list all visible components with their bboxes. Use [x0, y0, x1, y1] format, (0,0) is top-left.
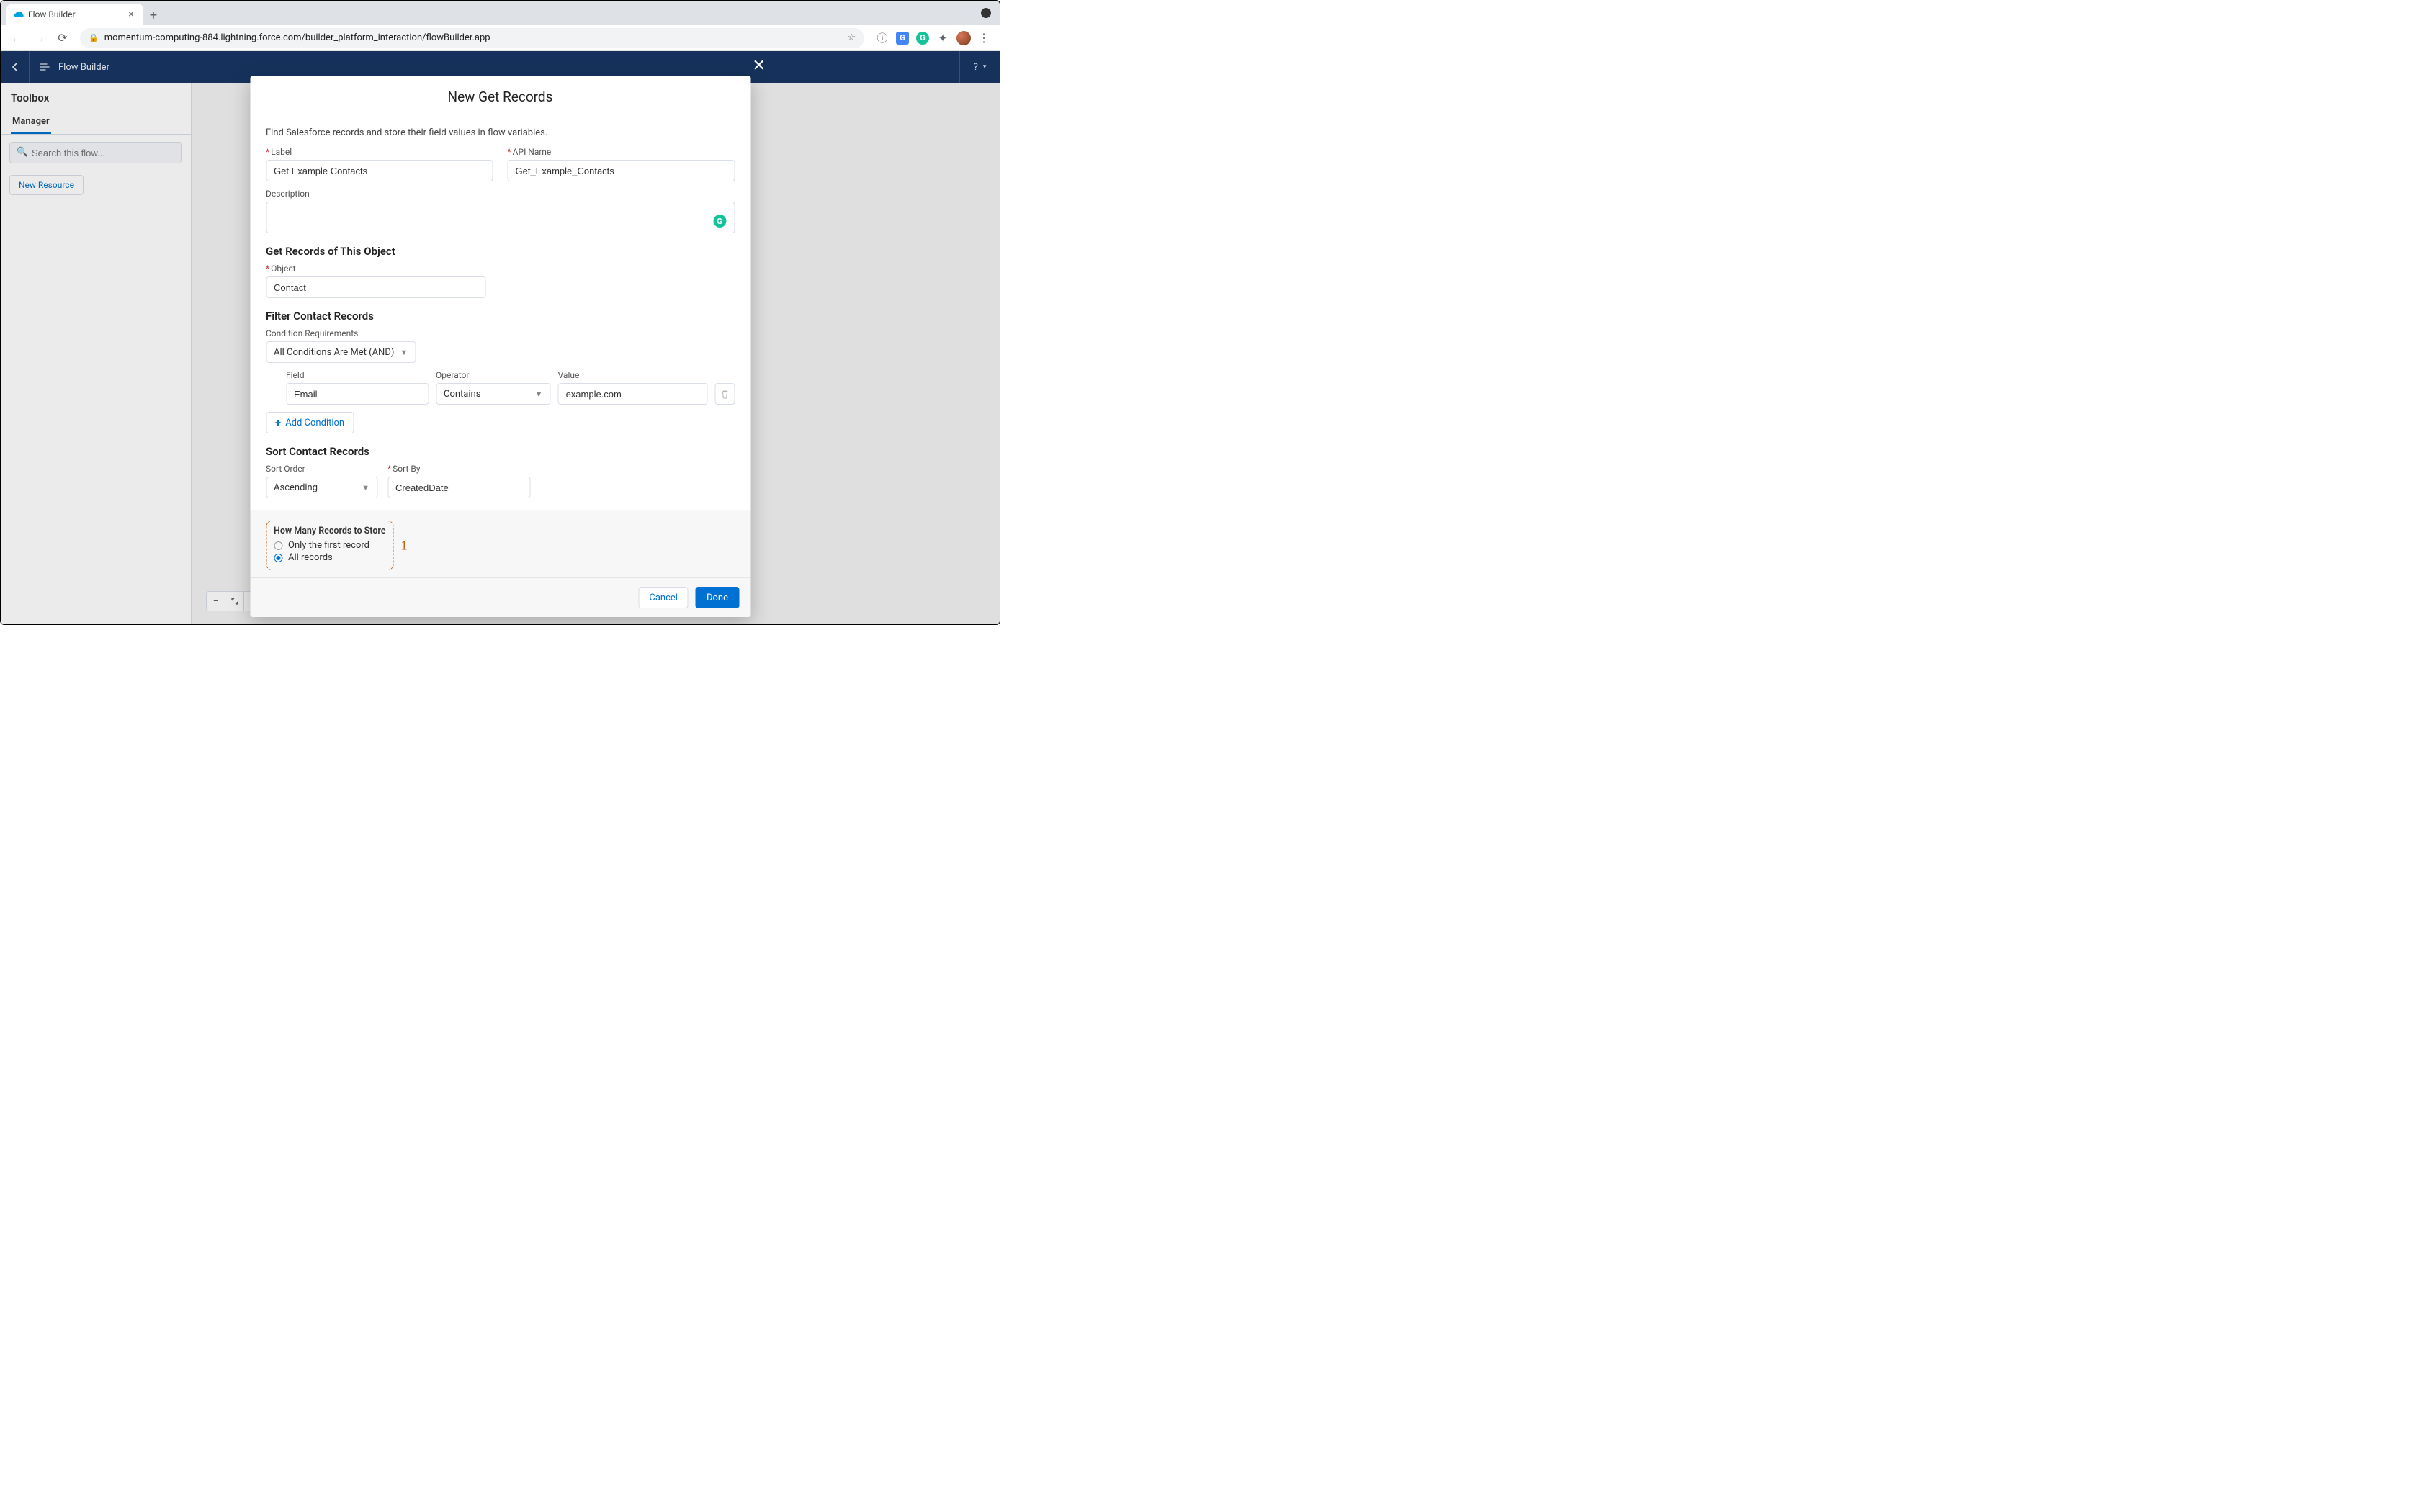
app-back-button[interactable]	[1, 51, 30, 83]
description-input[interactable]	[266, 202, 735, 233]
browser-tab-strip: Flow Builder × +	[1, 1, 1000, 25]
address-bar: ← → ⟳ 🔒 momentum-computing-884.lightning…	[1, 25, 1000, 51]
search-input[interactable]	[9, 142, 182, 163]
new-tab-button[interactable]: +	[143, 5, 163, 25]
delete-condition-button[interactable]	[714, 383, 735, 405]
sort-by-label: Sort By	[393, 464, 420, 474]
condition-operator-label: Operator	[436, 370, 551, 380]
condition-field-label: Field	[286, 370, 429, 380]
help-menu[interactable]: ?▾	[959, 51, 1000, 83]
trash-icon	[720, 390, 729, 399]
condition-operator-select[interactable]: Contains ▼	[436, 383, 551, 405]
salesforce-cloud-icon	[14, 9, 24, 19]
app-brand: Flow Builder	[30, 51, 120, 83]
profile-avatar[interactable]	[956, 31, 971, 45]
new-resource-button[interactable]: New Resource	[9, 175, 84, 195]
api-name-input[interactable]	[508, 160, 735, 181]
extension-icon[interactable]: G	[896, 32, 909, 45]
grammarly-icon[interactable]: G	[916, 32, 929, 45]
modal-title: New Get Records	[250, 76, 750, 117]
condition-requirements-select[interactable]: All Conditions Are Met (AND) ▼	[266, 341, 416, 363]
sort-order-label: Sort Order	[266, 464, 377, 474]
label-input[interactable]	[266, 160, 493, 181]
chevron-down-icon: ▼	[400, 348, 408, 357]
zoom-out-button[interactable]: −	[207, 592, 225, 611]
plus-icon: +	[275, 416, 281, 429]
description-label: Description	[266, 189, 735, 199]
window-control-icon[interactable]	[981, 8, 991, 18]
reload-button[interactable]: ⟳	[53, 28, 73, 48]
sort-order-select[interactable]: Ascending ▼	[266, 477, 377, 498]
modal-helptext: Find Salesforce records and store their …	[266, 127, 735, 138]
radio-all-records[interactable]: All records	[274, 552, 386, 564]
object-label: Object	[271, 264, 295, 274]
search-icon: 🔍	[17, 147, 28, 158]
bookmark-star-icon[interactable]: ☆	[847, 32, 856, 43]
radio-icon	[274, 541, 282, 550]
fit-button[interactable]	[225, 592, 244, 611]
api-name-label: API Name	[513, 147, 552, 157]
object-input[interactable]	[266, 276, 486, 298]
url-bar[interactable]: 🔒 momentum-computing-884.lightning.force…	[80, 28, 864, 48]
condition-field-input[interactable]	[286, 383, 429, 405]
toolbox-sidebar: Toolbox Manager 🔍 New Resource	[1, 83, 192, 624]
section-get-object: Get Records of This Object	[266, 245, 735, 258]
close-icon[interactable]: ×	[126, 9, 136, 19]
new-get-records-modal: New Get Records Find Salesforce records …	[250, 76, 750, 617]
extensions-puzzle-icon[interactable]: ✦	[936, 32, 949, 45]
browser-tab[interactable]: Flow Builder ×	[6, 4, 143, 25]
toolbox-title: Toolbox	[1, 83, 191, 110]
grammarly-icon[interactable]: G	[713, 215, 726, 228]
chevron-down-icon: ▼	[362, 483, 369, 492]
sort-by-input[interactable]	[387, 477, 530, 498]
info-icon[interactable]: ⓘ	[876, 32, 889, 45]
records-to-store-title: How Many Records to Store	[274, 526, 386, 536]
label-label: Label	[271, 147, 292, 157]
back-button[interactable]: ←	[6, 28, 27, 48]
condition-value-label: Value	[558, 370, 707, 380]
modal-close-icon[interactable]: ✕	[753, 57, 766, 75]
tab-title: Flow Builder	[28, 9, 122, 19]
extension-icons: ⓘ G G ✦ ⋮	[871, 31, 994, 45]
condition-requirements-label: Condition Requirements	[266, 328, 416, 338]
section-filter: Filter Contact Records	[266, 310, 735, 323]
section-sort: Sort Contact Records	[266, 445, 735, 458]
radio-icon	[274, 554, 282, 562]
tab-manager[interactable]: Manager	[11, 110, 51, 134]
add-condition-button[interactable]: + Add Condition	[266, 412, 354, 433]
flow-icon	[40, 62, 51, 72]
annotation-marker: 1	[401, 538, 408, 553]
done-button[interactable]: Done	[696, 587, 739, 608]
chrome-menu-icon[interactable]: ⋮	[978, 31, 990, 45]
url-text: momentum-computing-884.lightning.force.c…	[104, 32, 842, 43]
radio-only-first[interactable]: Only the first record	[274, 539, 386, 552]
condition-value-input[interactable]	[558, 383, 707, 405]
forward-button: →	[30, 28, 50, 48]
chevron-down-icon: ▼	[535, 390, 543, 399]
records-to-store-highlight: How Many Records to Store Only the first…	[266, 521, 394, 570]
cancel-button[interactable]: Cancel	[638, 587, 689, 608]
lock-icon: 🔒	[89, 33, 99, 42]
app-title: Flow Builder	[58, 62, 109, 73]
